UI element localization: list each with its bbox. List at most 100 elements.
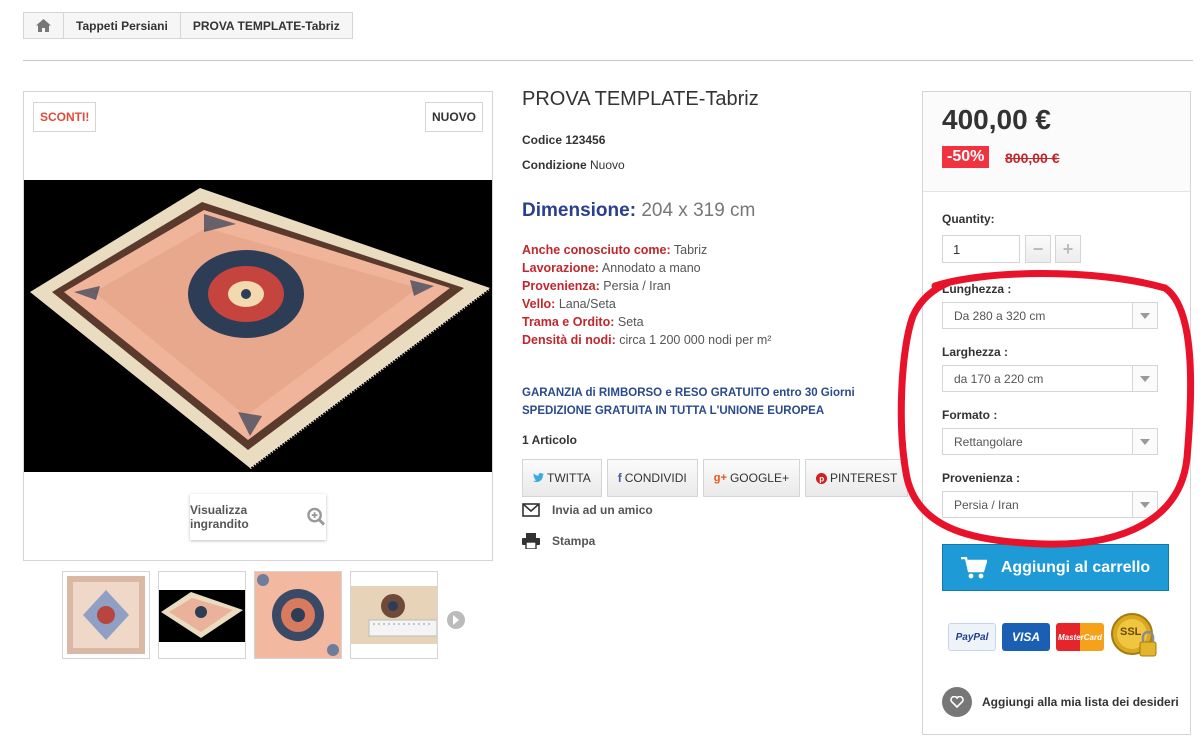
wishlist-label: Aggiungi alla mia lista dei desideri — [982, 695, 1179, 709]
sale-badge: SCONTI! — [33, 102, 97, 132]
chevron-down-icon — [1132, 492, 1157, 517]
refund-guarantee: GARANZIA di RIMBORSO e RESO GRATUITO ent… — [522, 387, 855, 399]
wishlist-link[interactable]: Aggiungi alla mia lista dei desideri — [942, 687, 1179, 717]
product-condition-label: Condizione — [522, 158, 587, 172]
ssl-text: SSL — [1120, 626, 1142, 638]
dimension-value: 204 x 319 cm — [641, 200, 756, 221]
zoom-button[interactable]: Visualizza ingrandito — [190, 494, 326, 540]
google-plus-icon: g+ — [713, 472, 727, 484]
envelope-icon — [522, 503, 540, 517]
thumbnail-list — [62, 571, 438, 659]
main-product-photo[interactable] — [24, 180, 492, 472]
heart-icon — [942, 687, 972, 717]
format-select[interactable]: Rettangolare — [942, 428, 1158, 455]
quantity-decrease-button[interactable]: − — [1025, 235, 1051, 263]
attribute-label: Anche conosciuto come: — [522, 243, 671, 257]
thumbnail-1[interactable] — [62, 571, 150, 659]
product-condition-value: Nuovo — [590, 158, 625, 172]
social-share: TWITTA f CONDIVIDI g+ GOOGLE+ p PINTERES… — [522, 459, 909, 497]
home-icon — [36, 19, 51, 32]
quantity-label: Quantity: — [942, 212, 995, 226]
product-code-label: Codice — [522, 133, 563, 147]
dimension: Dimensione: 204 x 319 cm — [522, 200, 755, 222]
breadcrumb-home[interactable] — [24, 13, 64, 38]
stock-count: 1 Articolo — [522, 433, 577, 447]
length-label: Lunghezza : — [942, 282, 1012, 296]
print-link[interactable]: Stampa — [522, 533, 595, 549]
chevron-down-icon — [1132, 303, 1157, 328]
origin-select-value: Persia / Iran — [954, 497, 1019, 512]
attribute-label: Provenienza: — [522, 279, 600, 293]
width-select[interactable]: da 170 a 220 cm — [942, 365, 1158, 392]
add-to-cart-label: Aggiungi al carrello — [1000, 558, 1151, 576]
add-to-cart-button[interactable]: Aggiungi al carrello — [942, 544, 1169, 591]
zoom-label: Visualizza ingrandito — [190, 503, 249, 531]
product-code-value: 123456 — [565, 133, 606, 147]
current-price: 400,00 € — [942, 104, 1051, 135]
attribute-row: Anche conosciuto come: Tabriz — [522, 243, 707, 257]
breadcrumb-current: PROVA TEMPLATE-Tabriz — [192, 18, 340, 33]
quantity-increase-button[interactable]: + — [1055, 235, 1081, 263]
send-to-friend-label: Invia ad un amico — [552, 503, 653, 517]
format-label: Formato : — [942, 408, 998, 422]
payment-methods: PayPal VISA MasterCard SSL — [948, 612, 1160, 662]
thumbnail-2[interactable] — [158, 571, 246, 659]
price-area: 400,00 € -50% 800,00 € — [923, 92, 1190, 192]
facebook-share-label: CONDIVIDI — [624, 471, 687, 485]
google-plus-share-button[interactable]: g+ GOOGLE+ — [702, 459, 800, 497]
buy-box: 400,00 € -50% 800,00 € Quantity: − + Lun… — [922, 91, 1191, 735]
chevron-down-icon — [1132, 366, 1157, 391]
width-label: Larghezza : — [942, 345, 1009, 359]
breadcrumb-category[interactable]: Tappeti Persiani — [64, 13, 181, 38]
print-label: Stampa — [552, 534, 596, 548]
product-condition: Condizione Nuovo — [522, 158, 625, 172]
attribute-value: Seta — [617, 315, 644, 329]
twitter-share-button[interactable]: TWITTA — [522, 459, 602, 497]
breadcrumb: Tappeti Persiani PROVA TEMPLATE-Tabriz — [23, 12, 353, 39]
twitter-icon — [533, 473, 544, 482]
mastercard-logo: MasterCard — [1056, 623, 1104, 651]
attribute-label: Vello: — [522, 297, 556, 311]
paypal-logo: PayPal — [948, 623, 996, 651]
minus-icon: − — [1032, 238, 1044, 259]
twitter-share-label: TWITTA — [547, 471, 591, 485]
width-select-value: da 170 a 220 cm — [954, 371, 1044, 386]
attribute-value: Persia / Iran — [603, 279, 671, 293]
visa-logo: VISA — [1002, 623, 1050, 651]
facebook-share-button[interactable]: f CONDIVIDI — [606, 459, 698, 497]
format-select-value: Rettangolare — [954, 434, 1023, 449]
send-to-friend-link[interactable]: Invia ad un amico — [522, 503, 653, 517]
pinterest-share-label: PINTEREST — [829, 471, 898, 485]
ssl-seal: SSL — [1110, 612, 1160, 662]
cart-icon — [960, 556, 987, 578]
origin-select[interactable]: Persia / Iran — [942, 491, 1158, 518]
new-badge: NUOVO — [424, 102, 483, 132]
attribute-label: Densità di nodi: — [522, 333, 616, 347]
pinterest-icon: p — [815, 472, 827, 484]
thumbnails-next-button[interactable] — [447, 611, 465, 629]
attribute-row: Trama e Ordito: Seta — [522, 315, 644, 329]
old-price: 800,00 € — [1005, 150, 1060, 166]
attribute-row: Lavorazione: Annodato a mano — [522, 261, 701, 275]
product-code: Codice 123456 — [522, 133, 605, 147]
free-shipping-notice: SPEDIZIONE GRATUITA IN TUTTA L'UNIONE EU… — [522, 405, 825, 417]
attribute-row: Provenienza: Persia / Iran — [522, 279, 671, 293]
length-select[interactable]: Da 280 a 320 cm — [942, 302, 1158, 329]
attribute-value: Lana/Seta — [558, 297, 616, 311]
attribute-row: Densità di nodi: circa 1 200 000 nodi pe… — [522, 333, 771, 347]
quantity-input[interactable] — [942, 235, 1020, 263]
attribute-row: Vello: Lana/Seta — [522, 297, 616, 311]
length-select-value: Da 280 a 320 cm — [954, 308, 1046, 323]
plus-icon: + — [1062, 238, 1074, 259]
thumbnail-4[interactable] — [350, 571, 438, 659]
pinterest-share-button[interactable]: p PINTEREST — [804, 459, 909, 497]
svg-text:p: p — [819, 474, 824, 483]
zoom-in-icon — [307, 507, 326, 526]
chevron-down-icon — [1132, 429, 1157, 454]
divider — [23, 60, 1193, 61]
attribute-value: circa 1 200 000 nodi per m² — [619, 333, 772, 347]
chevron-right-icon — [453, 615, 459, 625]
google-plus-share-label: GOOGLE+ — [729, 471, 789, 485]
thumbnail-3[interactable] — [254, 571, 342, 659]
attribute-value: Annodato a mano — [601, 261, 701, 275]
